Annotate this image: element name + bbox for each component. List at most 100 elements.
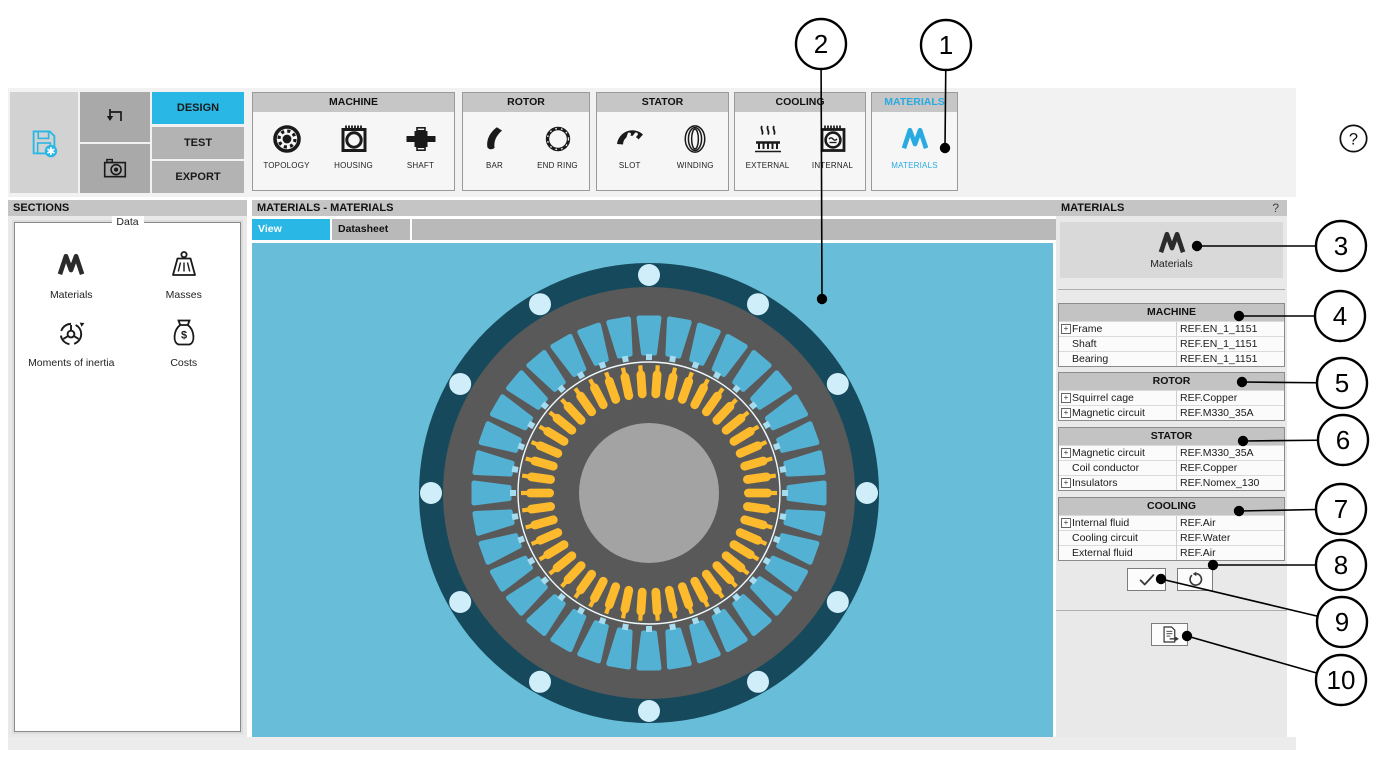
toolbar-item-bar[interactable]: BAR (464, 122, 526, 170)
row-label: Insulators (1072, 477, 1118, 490)
toolbar-item-end-ring[interactable]: END RING (527, 122, 589, 170)
toolbar-item-winding[interactable]: WINDING (664, 122, 726, 170)
stator-slot (639, 633, 659, 668)
apply-button[interactable] (1127, 568, 1166, 591)
check-icon (1137, 571, 1157, 589)
rotor-bar (744, 489, 772, 498)
table-row: BearingREF.EN_1_1151 (1059, 351, 1284, 366)
tab-test[interactable]: TEST (152, 127, 244, 159)
load-button[interactable] (80, 92, 150, 142)
toolbar-group-title: COOLING (735, 93, 865, 112)
callout-number: 10 (1327, 665, 1356, 695)
row-value: REF.EN_1_1151 (1180, 338, 1257, 351)
row-label-cell[interactable]: External fluid (1059, 546, 1176, 560)
row-value-cell[interactable]: REF.EN_1_1151 (1176, 337, 1284, 351)
export-button[interactable] (1151, 623, 1188, 646)
row-value-cell[interactable]: REF.Air (1176, 546, 1284, 560)
tab-datasheet[interactable]: Datasheet (332, 219, 410, 240)
row-value-cell[interactable]: REF.Water (1176, 531, 1284, 545)
frame-bolt-hole (638, 264, 660, 286)
materials-icon (1157, 231, 1187, 255)
sidebar-item-costs[interactable]: $Costs (128, 315, 241, 369)
toolbar-item-topology[interactable]: TOPOLOGY (256, 122, 318, 170)
save-button[interactable] (10, 92, 78, 193)
row-value-cell[interactable]: REF.EN_1_1151 (1176, 352, 1284, 366)
export-icon (1160, 625, 1180, 644)
frame-bolt-hole (420, 482, 442, 504)
row-label-cell[interactable]: Bearing (1059, 352, 1176, 366)
toolbar-item-housing[interactable]: HOUSING (323, 122, 385, 170)
sidebar-item-moments-of-inertia[interactable]: Moments of inertia (15, 315, 128, 369)
callout-number: 9 (1335, 607, 1349, 637)
row-label-cell[interactable]: Shaft (1059, 337, 1176, 351)
row-value-cell[interactable]: REF.M330_35A (1176, 406, 1284, 420)
table-row: Coil conductorREF.Copper (1059, 460, 1284, 475)
callout-circle (1318, 415, 1368, 465)
materials-table-stator: STATORMagnetic circuitREF.M330_35ACoil c… (1058, 427, 1285, 491)
table-row: Shaft REF.EN_1_1151 (1059, 336, 1284, 351)
expand-icon[interactable] (1061, 393, 1071, 403)
row-value-cell[interactable]: REF.M330_35A (1176, 446, 1284, 460)
row-label-cell[interactable]: Magnetic circuit (1059, 406, 1176, 420)
expand-icon[interactable] (1061, 324, 1071, 334)
restore-button[interactable] (1177, 568, 1213, 591)
topology-icon (271, 122, 303, 156)
selected-section-label: Materials (1150, 258, 1193, 270)
row-value-cell[interactable]: REF.Air (1176, 516, 1284, 530)
sidebar-item-label: Materials (50, 289, 93, 301)
save-icon (29, 128, 59, 158)
help-button[interactable]: ? (1338, 123, 1369, 154)
tab-design[interactable]: DESIGN (152, 92, 244, 124)
row-label-cell[interactable]: Coil conductor (1059, 461, 1176, 475)
stator-slot (474, 483, 509, 503)
restore-icon (1186, 571, 1204, 589)
row-label-cell[interactable]: Internal fluid (1059, 516, 1176, 530)
row-value-cell[interactable]: REF.EN_1_1151 (1176, 322, 1284, 336)
row-label-cell[interactable]: Magnetic circuit (1059, 446, 1176, 460)
row-value: REF.M330_35A (1180, 447, 1254, 460)
motor-viewport[interactable] (252, 243, 1053, 737)
tab-export[interactable]: EXPORT (152, 161, 244, 193)
row-label-cell[interactable]: Squirrel cage (1059, 391, 1176, 405)
row-label: Magnetic circuit (1072, 407, 1145, 420)
expand-icon[interactable] (1061, 518, 1071, 528)
expand-icon[interactable] (1061, 478, 1071, 488)
toolbar-item-label: SHAFT (407, 161, 434, 170)
costs-icon: $ (168, 315, 200, 351)
toolbar-group-materials: MATERIALSMATERIALS (871, 92, 958, 191)
frame-bolt-hole (747, 671, 769, 693)
expand-icon[interactable] (1061, 448, 1071, 458)
divider (1058, 289, 1285, 290)
frame-bolt-hole (449, 373, 471, 395)
row-label-cell[interactable]: Insulators (1059, 476, 1176, 490)
table-row: FrameREF.EN_1_1151 (1059, 321, 1284, 336)
slot-opening (646, 626, 652, 632)
row-label-cell[interactable]: Cooling circuit (1059, 531, 1176, 545)
tab-view[interactable]: View (252, 219, 330, 240)
panel-help-button[interactable]: ? (1272, 200, 1279, 216)
materials-dark-icon (56, 247, 86, 283)
sidebar-item-materials[interactable]: Materials (15, 247, 128, 301)
callout-circle (1316, 484, 1366, 534)
toolbar-item-internal[interactable]: INTERNAL (802, 122, 864, 170)
snapshot-button[interactable] (80, 144, 150, 194)
table-row: Insulators REF.Nomex_130 (1059, 475, 1284, 490)
tab-strip-filler (412, 219, 1059, 240)
toolbar-item-materials[interactable]: MATERIALS (884, 122, 946, 170)
row-value-cell[interactable]: REF.Copper (1176, 391, 1284, 405)
expand-icon[interactable] (1061, 408, 1071, 418)
toolbar-item-external[interactable]: EXTERNAL (737, 122, 799, 170)
frame-bolt-hole (856, 482, 878, 504)
slot-opening (779, 513, 786, 520)
row-value-cell[interactable]: REF.Copper (1176, 461, 1284, 475)
row-label: Magnetic circuit (1072, 447, 1145, 460)
slot-opening (646, 354, 652, 360)
row-label-cell[interactable]: Frame (1059, 322, 1176, 336)
row-value-cell[interactable]: REF.Nomex_130 (1176, 476, 1284, 490)
toolbar-item-slot[interactable]: SLOT (599, 122, 661, 170)
row-value: REF.Air (1180, 517, 1216, 530)
toolbar-item-shaft[interactable]: SHAFT (390, 122, 452, 170)
callout-circle (796, 19, 846, 69)
sidebar-item-masses[interactable]: Masses (128, 247, 241, 301)
toolbar-item-label: MATERIALS (891, 161, 938, 170)
